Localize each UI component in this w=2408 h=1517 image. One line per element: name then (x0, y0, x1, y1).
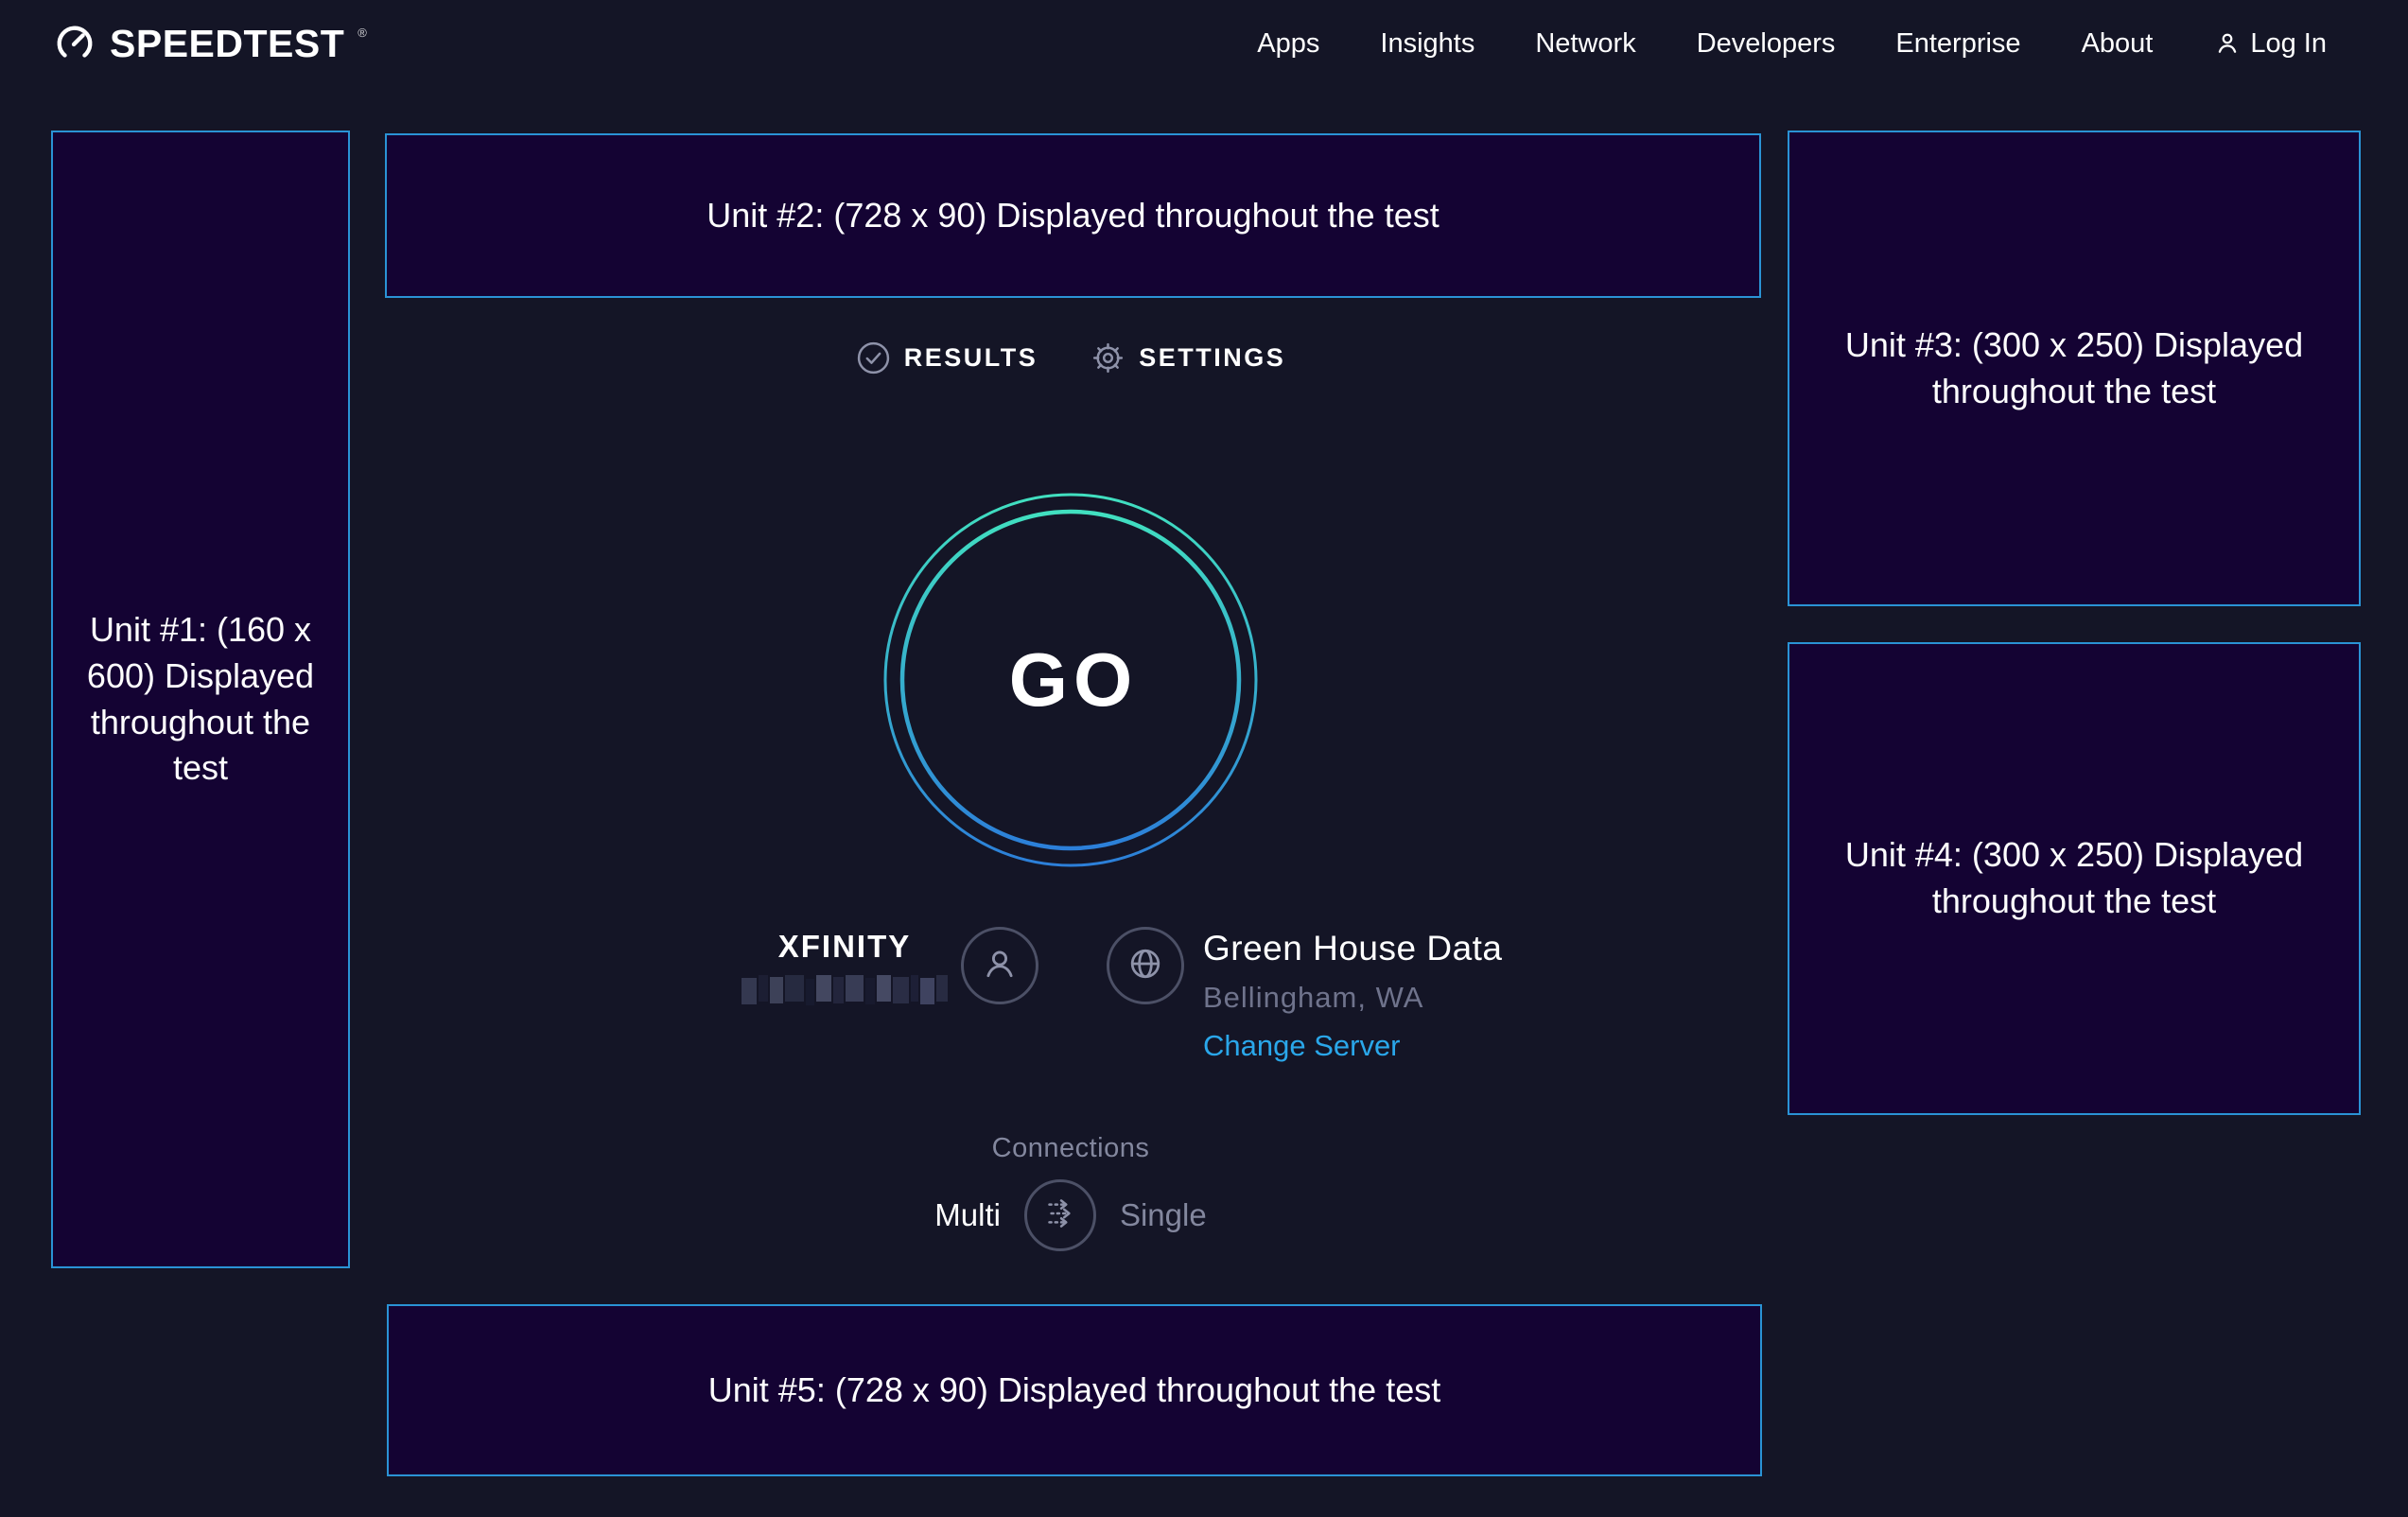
nav-network[interactable]: Network (1535, 28, 1635, 60)
login-button[interactable]: Log In (2213, 28, 2327, 60)
multi-arrows-icon (1038, 1192, 1082, 1240)
ad-unit-3-label: Unit #3: (300 x 250) Displayed throughou… (1797, 323, 2351, 415)
ad-unit-2-label: Unit #2: (728 x 90) Displayed throughout… (707, 193, 1439, 239)
tab-results[interactable]: RESULTS (856, 340, 1038, 375)
logo-text: SPEEDTEST (110, 22, 344, 66)
ad-unit-4-label: Unit #4: (300 x 250) Displayed throughou… (1797, 832, 2351, 925)
ad-unit-2: Unit #2: (728 x 90) Displayed throughout… (385, 133, 1761, 298)
server-avatar (1107, 927, 1184, 1004)
check-circle-icon (856, 340, 891, 375)
nav-apps[interactable]: Apps (1257, 28, 1319, 60)
tab-settings-label: SETTINGS (1139, 343, 1285, 373)
isp-name: XFINITY (742, 929, 948, 965)
tab-settings[interactable]: SETTINGS (1091, 340, 1285, 375)
connections-section: Connections Multi Single (881, 1133, 1260, 1251)
connections-label: Connections (881, 1133, 1260, 1164)
server-name: Green House Data (1203, 929, 1503, 968)
nav-about[interactable]: About (2082, 28, 2154, 60)
gear-icon (1091, 340, 1125, 375)
censored-ip (742, 975, 948, 1005)
globe-icon (1124, 942, 1167, 990)
isp-avatar (961, 927, 1038, 1004)
ad-unit-4: Unit #4: (300 x 250) Displayed throughou… (1788, 642, 2361, 1115)
ad-unit-3: Unit #3: (300 x 250) Displayed throughou… (1788, 131, 2361, 606)
tab-results-label: RESULTS (904, 343, 1038, 373)
change-server-link[interactable]: Change Server (1203, 1029, 1401, 1063)
ad-unit-5: Unit #5: (728 x 90) Displayed throughout… (387, 1304, 1762, 1476)
nav-developers[interactable]: Developers (1697, 28, 1836, 60)
go-button-label: GO (881, 491, 1260, 869)
main-nav: Apps Insights Network Developers Enterpr… (1257, 28, 2327, 60)
connections-multi-option[interactable]: Multi (934, 1197, 1001, 1233)
nav-enterprise[interactable]: Enterprise (1895, 28, 2020, 60)
person-icon (2213, 29, 2242, 58)
connections-single-option[interactable]: Single (1120, 1197, 1207, 1233)
server-info: Green House Data Bellingham, WA Change S… (1107, 927, 1503, 1063)
logo-trademark: ® (358, 26, 367, 40)
speedtest-logo[interactable]: SPEEDTEST ® (53, 22, 367, 66)
connections-toggle[interactable] (1024, 1179, 1096, 1251)
server-location: Bellingham, WA (1203, 981, 1503, 1015)
login-label: Log In (2250, 28, 2327, 60)
tab-bar: RESULTS SETTINGS (787, 340, 1354, 375)
person-icon (979, 943, 1021, 989)
ad-unit-1: Unit #1: (160 x 600) Displayed throughou… (51, 131, 350, 1268)
gauge-icon (53, 22, 96, 65)
isp-info: XFINITY (742, 927, 1038, 1005)
ad-unit-5-label: Unit #5: (728 x 90) Displayed throughout… (708, 1368, 1440, 1414)
go-button[interactable]: GO (881, 491, 1260, 869)
top-nav: SPEEDTEST ® Apps Insights Network Develop… (0, 0, 2408, 87)
ad-unit-1-label: Unit #1: (160 x 600) Displayed throughou… (61, 607, 340, 793)
nav-insights[interactable]: Insights (1380, 28, 1474, 60)
